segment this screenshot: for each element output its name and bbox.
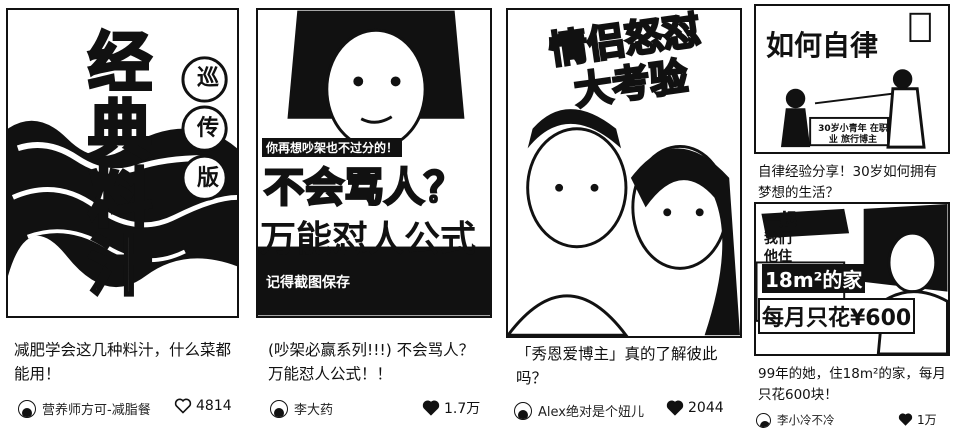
avatar[interactable]	[756, 412, 771, 428]
like-button-5[interactable]: 1万	[898, 411, 937, 428]
note-card-4[interactable]: 如何自律 30岁小青年 在职业 旅行博主 自律经验分享！30岁如何拥有梦想的生活…	[750, 0, 955, 200]
note-title-1[interactable]: 减肥学会这几种料汁，什么菜都能用！	[14, 338, 232, 386]
cover-headline-4: 如何自律	[766, 29, 879, 62]
avatar[interactable]	[270, 399, 288, 418]
note-title-4[interactable]: 自律经验分享！30岁如何拥有梦想的生活？	[758, 162, 948, 198]
cover-badge-char-1: 巡	[196, 66, 219, 91]
like-count-5: 1万	[917, 413, 937, 427]
author-name-5[interactable]: 李小冷不冷	[777, 412, 835, 428]
cover-badge-char-3: 版	[196, 166, 219, 191]
cover-image-2[interactable]: 你再想吵架也不过分的！ 不会骂人？ 万能怼人公式 记得截图保存	[256, 8, 492, 318]
cover-big-char-4: 汁	[87, 230, 154, 307]
cover-line-2: 我们	[764, 231, 792, 247]
note-title-2[interactable]: (吵架必赢系列!!!) 不会骂人？万能怼人公式！！	[268, 338, 488, 386]
author-name-1[interactable]: 营养师方可-减脂餐	[42, 399, 151, 418]
cover-footnote-2: 记得截图保存	[266, 275, 350, 291]
note-card-3[interactable]: 情侣怒怼大考验 「秀恩爱博主」真的了解彼此吗？ Alex绝对是个妞儿 2044	[502, 0, 746, 428]
heart-icon	[898, 413, 913, 426]
like-count-1: 4814	[196, 398, 232, 414]
like-count-2: 1.7万	[444, 401, 481, 417]
like-button-2[interactable]: 1.7万	[422, 398, 480, 418]
author-1[interactable]: 营养师方可-减脂餐	[18, 399, 168, 418]
cover-headline-2: 不会骂人？	[263, 164, 466, 213]
cover-badge-char-2: 传	[196, 116, 219, 141]
cover-line-3: 他住	[764, 249, 792, 265]
cover-line-1: 一起	[763, 210, 797, 230]
heart-icon	[174, 398, 192, 414]
note-card-5[interactable]: 一起 我们 他住 18m²的家 每月只花¥600 99年的她，住18m²的家，每…	[750, 200, 955, 428]
cover-image-5[interactable]: 一起 我们 他住 18m²的家 每月只花¥600	[754, 202, 950, 356]
like-count-3: 2044	[688, 400, 724, 416]
heart-icon	[666, 400, 684, 416]
cover-subtext-4: 30岁小青年 在职业 旅行博主	[818, 124, 888, 145]
cover-line-5: 每月只花¥600	[758, 298, 916, 334]
note-card-1[interactable]: 经 典 料 汁 巡 传 版 减肥学会这几种料汁，什么菜都能用！ 营养师方可-减脂…	[0, 0, 245, 428]
heart-icon	[422, 400, 440, 416]
cover-image-3[interactable]: 情侣怒怼大考验	[506, 8, 742, 338]
note-card-2[interactable]: 你再想吵架也不过分的！ 不会骂人？ 万能怼人公式 记得截图保存 (吵架必赢系列!…	[250, 0, 498, 428]
cover-image-1[interactable]: 经 典 料 汁 巡 传 版	[6, 8, 239, 318]
like-button-3[interactable]: 2044	[666, 400, 724, 416]
author-name-2[interactable]: 李大药	[294, 399, 333, 418]
cover-image-4[interactable]: 如何自律 30岁小青年 在职业 旅行博主	[754, 4, 950, 154]
author-2[interactable]: 李大药	[270, 399, 410, 418]
cover-subheadline-2: 万能怼人公式	[260, 219, 477, 260]
avatar[interactable]	[18, 399, 36, 418]
note-title-3[interactable]: 「秀恩爱博主」真的了解彼此吗？	[516, 342, 738, 390]
like-button-1[interactable]: 4814	[174, 398, 232, 414]
author-5[interactable]: 李小冷不冷	[756, 412, 876, 428]
author-3[interactable]: Alex绝对是个妞儿	[514, 401, 662, 420]
avatar[interactable]	[514, 401, 532, 420]
cover-line-4: 18m²的家	[762, 264, 866, 293]
author-name-3[interactable]: Alex绝对是个妞儿	[538, 401, 644, 420]
note-title-5[interactable]: 99年的她，住18m²的家，每月只花600块！	[758, 364, 948, 406]
